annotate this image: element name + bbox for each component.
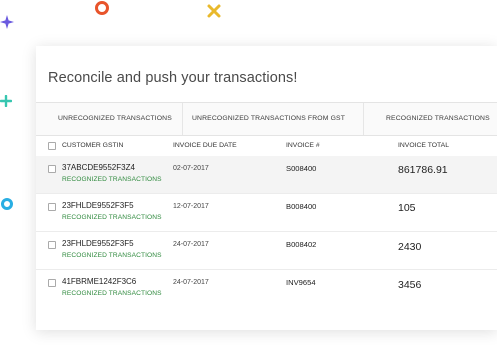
customer-gstin: 41FBRME1242F3C6 [62, 277, 137, 286]
invoice-due-date: 24-07-2017 [173, 279, 209, 286]
invoice-due-date: 02-07-2017 [173, 165, 209, 172]
row-status: RECOGNIZED TRANSACTIONS [62, 176, 162, 183]
table-row[interactable]: 23FHLDE9552F3F5 RECOGNIZED TRANSACTIONS … [36, 194, 497, 232]
invoice-due-date: 24-07-2017 [173, 241, 209, 248]
row-checkbox-icon[interactable] [48, 203, 56, 211]
decorative-ring-icon [95, 1, 109, 15]
tab-unrecognized-from-gst[interactable]: UNRECOGNIZED TRANSACTIONS FROM GST [192, 103, 345, 135]
row-status: RECOGNIZED TRANSACTIONS [62, 214, 162, 221]
invoice-number: S008400 [286, 164, 317, 173]
decorative-ring-icon [1, 198, 13, 210]
tab-unrecognized-transactions[interactable]: UNRECOGNIZED TRANSACTIONS [58, 103, 172, 135]
invoice-number: INV9654 [286, 278, 316, 287]
row-checkbox-icon[interactable] [48, 279, 56, 287]
invoice-due-date: 12-07-2017 [173, 203, 209, 210]
invoice-total: 105 [398, 202, 416, 214]
invoice-total: 2430 [398, 241, 422, 253]
tab-recognized-transactions[interactable]: RECOGNIZED TRANSACTIONS [386, 103, 490, 135]
table-row[interactable]: 37ABCDE9552F3Z4 RECOGNIZED TRANSACTIONS … [36, 156, 497, 194]
customer-gstin: 23FHLDE9552F3F5 [62, 239, 134, 248]
table-row[interactable]: 41FBRME1242F3C6 RECOGNIZED TRANSACTIONS … [36, 270, 497, 307]
invoice-number: B008400 [286, 202, 317, 211]
table-row[interactable]: 23FHLDE9552F3F5 RECOGNIZED TRANSACTIONS … [36, 232, 497, 270]
select-all-checkbox-icon[interactable] [48, 142, 56, 150]
row-status: RECOGNIZED TRANSACTIONS [62, 290, 162, 297]
decorative-sparkle-icon [0, 15, 14, 29]
column-header-invoice-due-date: INVOICE DUE DATE [173, 142, 237, 149]
column-header-invoice-number: INVOICE # [286, 142, 320, 149]
reconcile-card: Reconcile and push your transactions! UN… [36, 46, 497, 330]
row-checkbox-icon[interactable] [48, 241, 56, 249]
invoice-number: B008402 [286, 240, 317, 249]
table-header: CUSTOMER GSTIN INVOICE DUE DATE INVOICE … [36, 136, 497, 156]
page-title: Reconcile and push your transactions! [48, 70, 298, 86]
row-status: RECOGNIZED TRANSACTIONS [62, 252, 162, 259]
column-header-invoice-total: INVOICE TOTAL [398, 142, 449, 149]
invoice-total: 3456 [398, 279, 422, 291]
decorative-plus-icon [0, 95, 12, 107]
tab-divider [363, 103, 364, 135]
invoice-total: 861786.91 [398, 164, 448, 176]
column-header-customer-gstin: CUSTOMER GSTIN [62, 142, 124, 149]
row-checkbox-icon[interactable] [48, 165, 56, 173]
decorative-cross-icon [207, 4, 221, 18]
tab-divider [182, 103, 183, 135]
customer-gstin: 37ABCDE9552F3Z4 [62, 163, 135, 172]
transaction-tabs: UNRECOGNIZED TRANSACTIONS UNRECOGNIZED T… [36, 102, 497, 136]
customer-gstin: 23FHLDE9552F3F5 [62, 201, 134, 210]
